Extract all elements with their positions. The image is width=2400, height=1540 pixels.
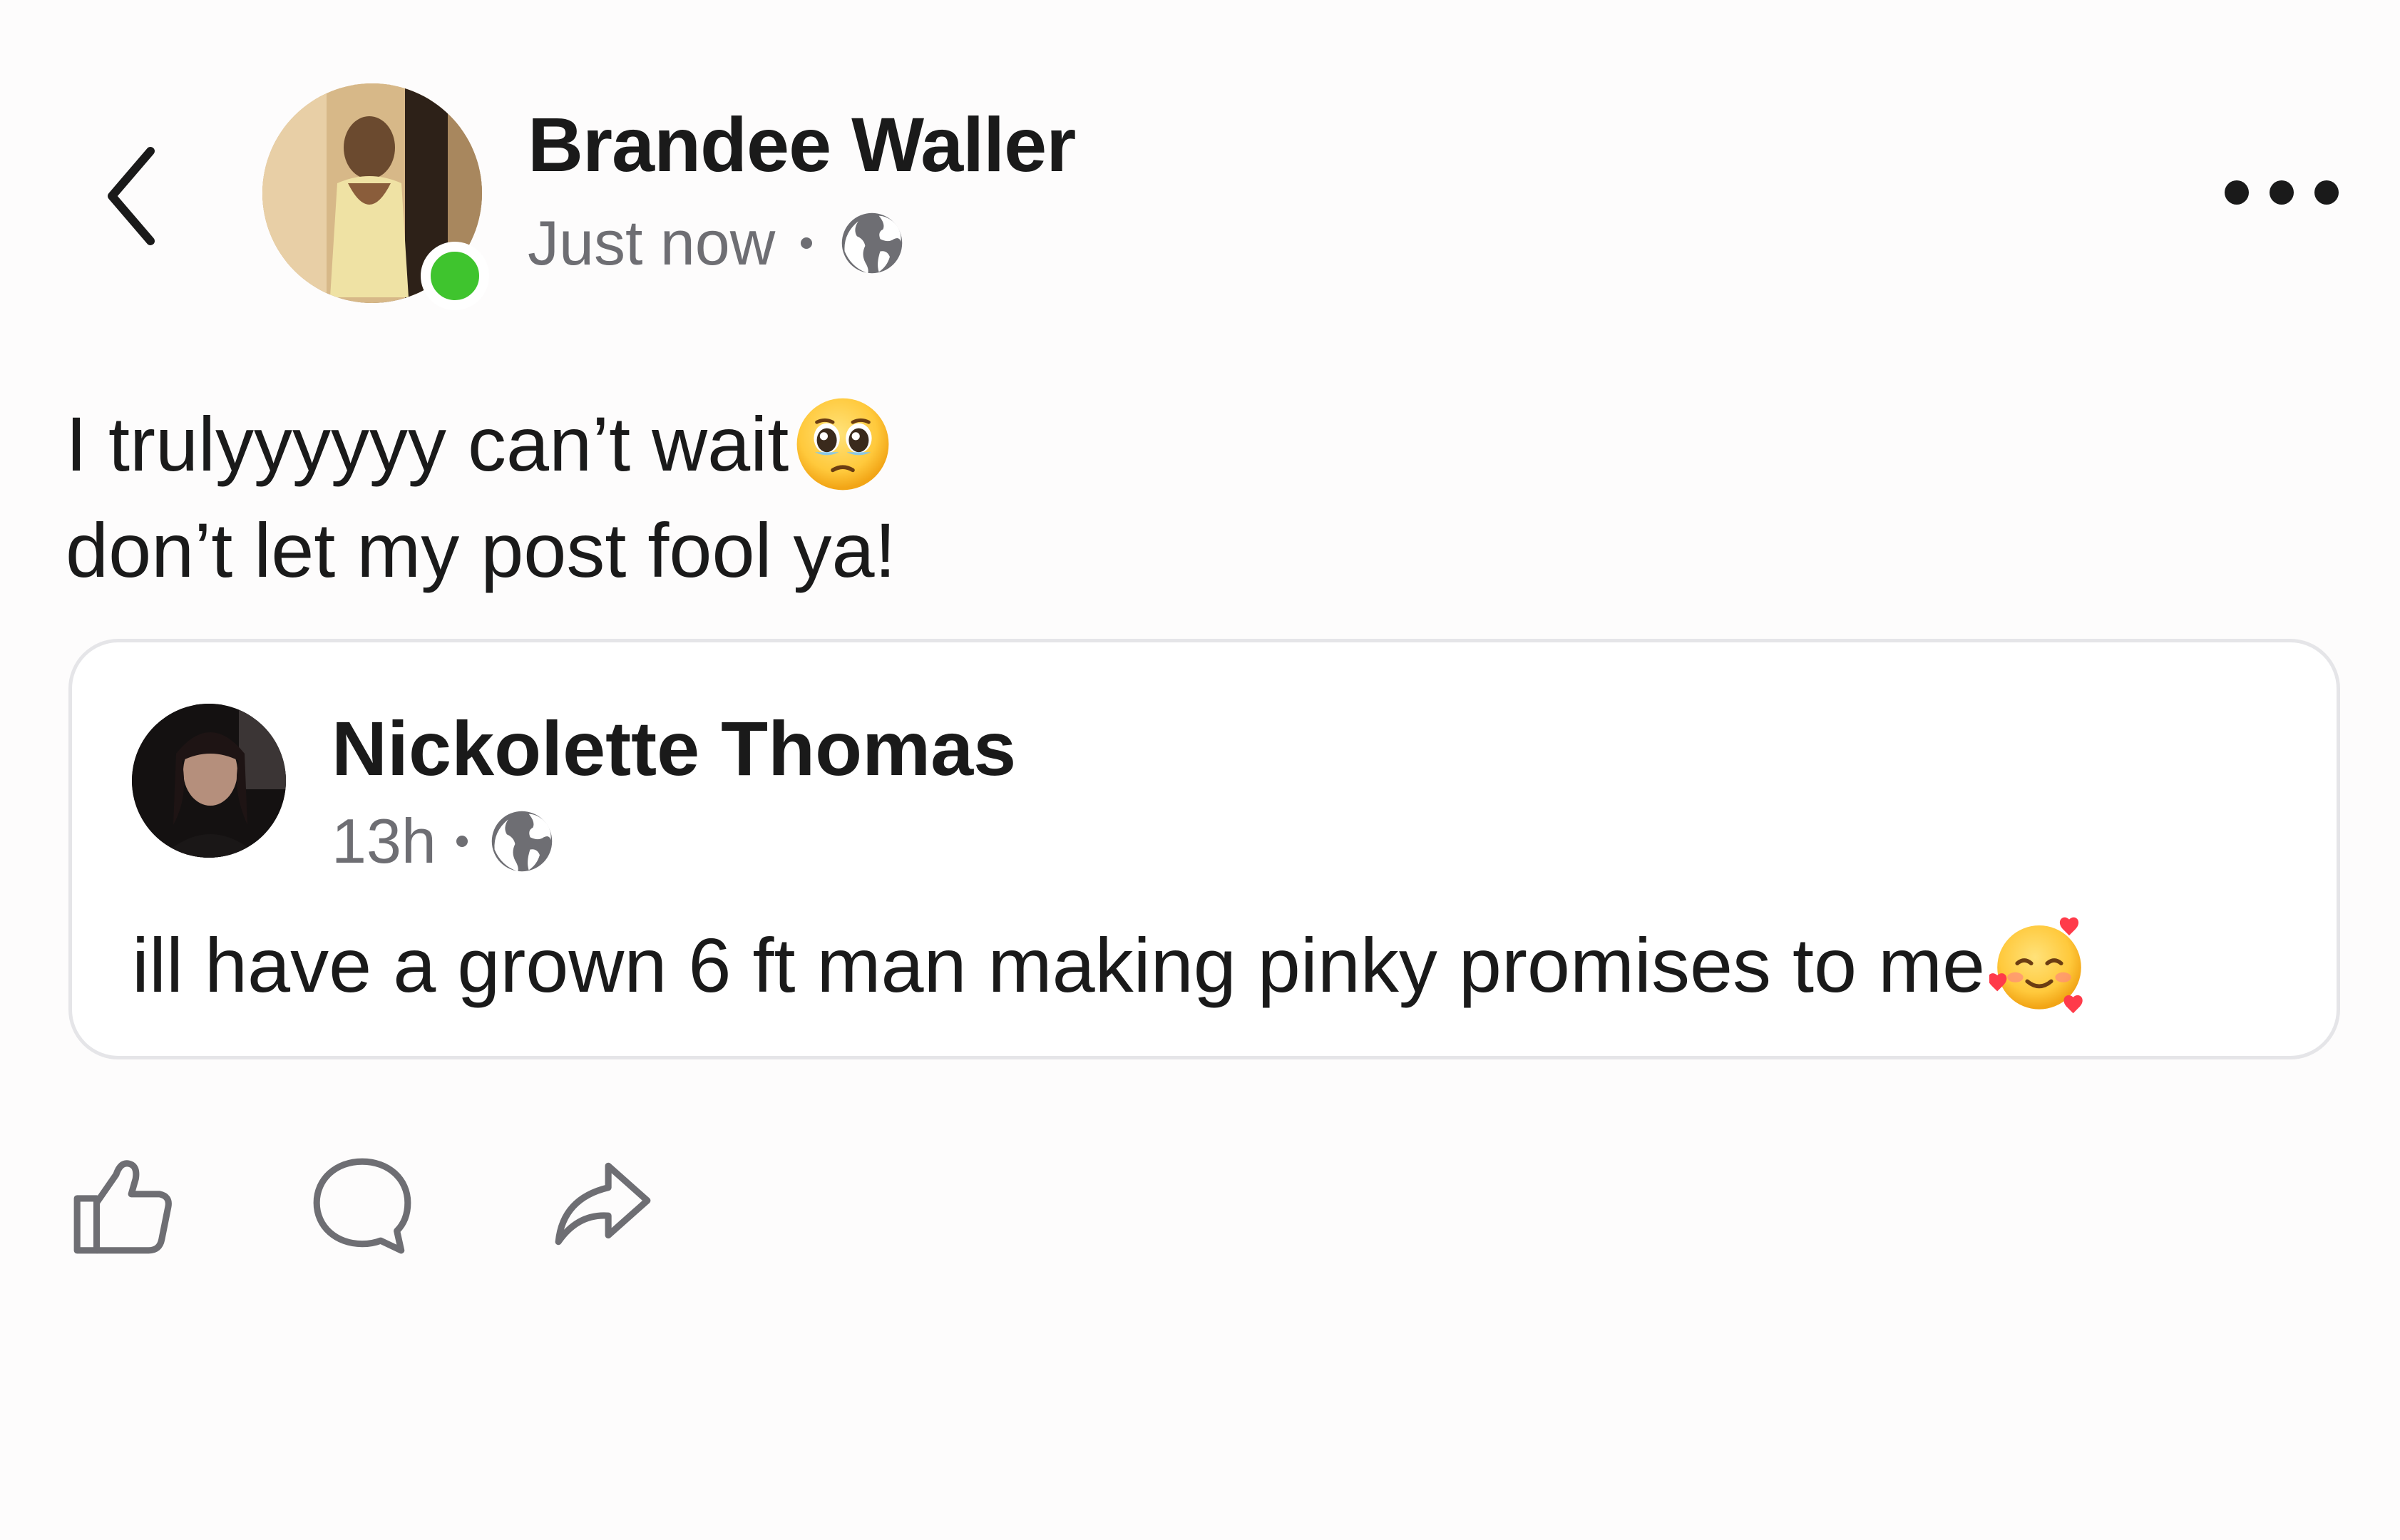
post-body: I trulyyyyyy can’t wait don’t let my pos… (66, 394, 896, 601)
share-button[interactable] (545, 1148, 659, 1262)
post-meta: Just now (528, 207, 906, 279)
comment-icon (313, 1158, 411, 1254)
more-dot (2314, 180, 2339, 205)
post-timestamp[interactable]: Just now (528, 207, 775, 279)
globe-icon[interactable] (488, 807, 556, 876)
face-holding-back-tears-emoji-icon (796, 399, 889, 491)
meta-separator (456, 836, 468, 847)
shared-post-text: ill have a grown 6 ft man making pinky p… (132, 918, 2089, 1021)
share-icon (555, 1162, 651, 1246)
shared-post-timestamp[interactable]: 13h (332, 805, 436, 878)
shared-post-meta: 13h (332, 805, 556, 878)
meta-separator (801, 237, 813, 249)
more-dot (2270, 180, 2294, 205)
post-actions (66, 1148, 784, 1262)
back-button[interactable] (93, 139, 171, 253)
shared-author-avatar[interactable] (132, 704, 286, 858)
shared-post-card[interactable]: Nickolette Thomas 13h ill have a grown 6… (68, 639, 2340, 1059)
post-text-line-1: I trulyyyyyy can’t wait (66, 394, 896, 500)
globe-icon[interactable] (838, 209, 906, 277)
thumbs-up-icon (73, 1160, 172, 1254)
online-status-dot (421, 242, 489, 310)
more-dot (2225, 180, 2249, 205)
like-button[interactable] (66, 1148, 180, 1262)
shared-post-text-content: ill have a grown 6 ft man making pinky p… (132, 922, 1986, 1008)
comment-button[interactable] (305, 1148, 419, 1262)
more-options-button[interactable] (2225, 171, 2339, 214)
post-page: Brandee Waller Just now I trulyyyyyy can… (0, 0, 2400, 1540)
chevron-left-icon (108, 147, 155, 245)
author-name[interactable]: Brandee Waller (528, 100, 1076, 189)
smiling-face-with-hearts-emoji-icon (1989, 918, 2083, 1014)
post-text-line-2: don’t let my post fool ya! (66, 507, 896, 594)
post-text: I trulyyyyyy can’t wait (66, 401, 789, 487)
author-avatar[interactable] (262, 83, 489, 310)
shared-author-name[interactable]: Nickolette Thomas (332, 704, 1016, 793)
